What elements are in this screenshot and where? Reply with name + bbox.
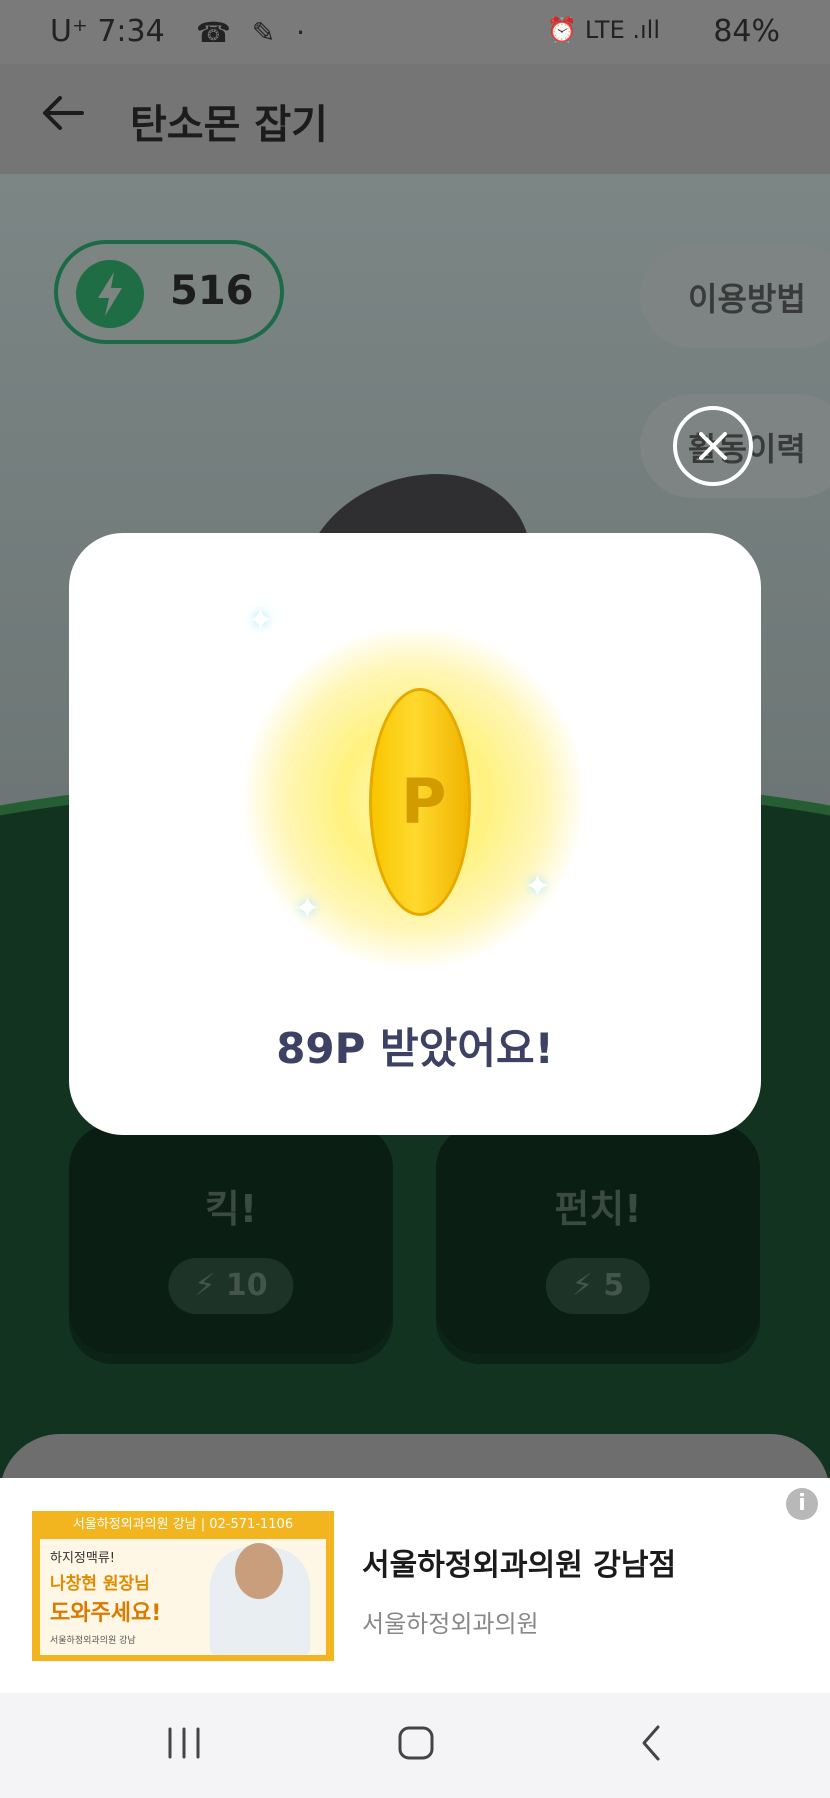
kick-label: 킥! (204, 1187, 258, 1231)
reward-modal: ✦ ✦ ✦ P 89P 받았어요! (69, 533, 761, 1135)
sparkle-icon: ✦ (294, 889, 321, 927)
home-button[interactable] (396, 1723, 436, 1767)
kick-cost-value: 10 (225, 1268, 268, 1303)
sparkle-icon: ✦ (247, 601, 274, 639)
signal-icons: ⏰ LTE .ıll (547, 16, 660, 44)
home-icon (398, 1726, 434, 1760)
punch-cost: ⚡ 5 (545, 1258, 651, 1314)
close-modal-button[interactable] (673, 406, 753, 486)
status-bar: U⁺ 7:34 ☎ ✎ · ⏰ LTE .ıll 84% (0, 0, 830, 64)
ad-line3: 도와주세요! (50, 1601, 162, 1626)
chevron-left-icon (642, 1725, 660, 1761)
back-button[interactable] (38, 88, 88, 138)
punch-label: 펀치! (554, 1187, 642, 1231)
ad-logo: 서울하정외과의원 강남 (50, 1636, 136, 1646)
energy-counter: 516 (54, 240, 284, 344)
ad-subtitle: 서울하정외과의원 (362, 1610, 539, 1638)
sparkle-icon: ✦ (524, 867, 551, 905)
ad-image-header: 서울하정외과의원 강남 | 02-571-1106 (72, 1517, 294, 1532)
ad-line1: 하지정맥류! (50, 1551, 116, 1566)
punch-cost-value: 5 (603, 1268, 625, 1303)
ad-line2: 나창현 원장님 (50, 1574, 150, 1594)
ad-image-body: 하지정맥류! 나창현 원장님 도와주세요! 서울하정외과의원 강남 (40, 1539, 326, 1655)
battery-level: 84% (713, 14, 780, 49)
status-time: U⁺ 7:34 (50, 14, 165, 49)
ad-banner[interactable]: i 서울하정외과의원 강남 | 02-571-1106 하지정맥류! 나창현 원… (0, 1478, 830, 1693)
ad-image[interactable]: 서울하정외과의원 강남 | 02-571-1106 하지정맥류! 나창현 원장님… (32, 1511, 334, 1661)
reward-message: 89P 받았어요! (276, 1024, 554, 1073)
notification-icons: ☎ ✎ · (196, 16, 312, 49)
close-icon (699, 432, 727, 460)
lightning-icon (76, 260, 144, 328)
coin-letter: P (401, 765, 447, 838)
arrow-left-icon (43, 96, 84, 130)
ad-title[interactable]: 서울하정외과의원 강남점 (362, 1540, 676, 1584)
kick-button[interactable]: 킥! ⚡ 10 (69, 1124, 393, 1364)
system-navigation-bar (0, 1693, 830, 1798)
info-icon[interactable]: i (786, 1488, 818, 1520)
system-back-button[interactable] (632, 1723, 672, 1767)
doctor-head (235, 1543, 283, 1599)
recent-apps-button[interactable] (164, 1723, 204, 1767)
energy-value: 516 (170, 268, 254, 314)
how-to-button[interactable]: 이용방법 (640, 244, 830, 348)
punch-button[interactable]: 펀치! ⚡ 5 (436, 1124, 760, 1364)
bottom-sheet (0, 1434, 830, 1478)
recent-apps-icon (168, 1727, 200, 1759)
how-to-label: 이용방법 (688, 280, 806, 318)
app-header: 탄소몬 잡기 (0, 64, 830, 174)
kick-cost: ⚡ 10 (168, 1258, 294, 1314)
page-title: 탄소몬 잡기 (130, 102, 328, 148)
